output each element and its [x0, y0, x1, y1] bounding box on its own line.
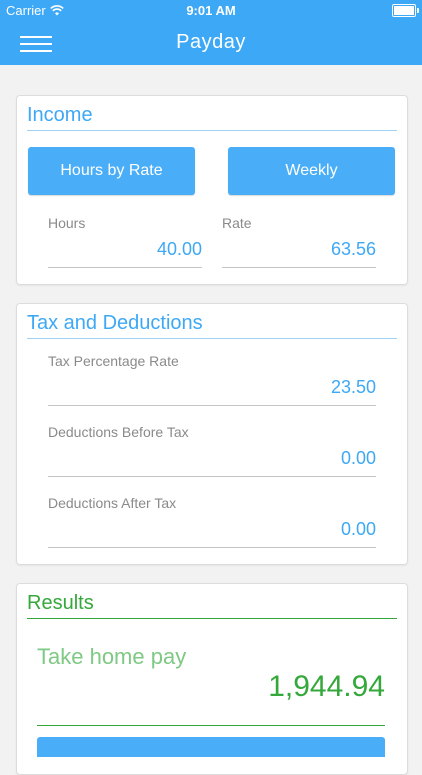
results-section-title: Results [27, 592, 397, 619]
rate-label: Rate [222, 215, 252, 231]
deductions-after-tax-label: Deductions After Tax [48, 495, 177, 511]
tax-rate-underline [48, 405, 376, 406]
hours-underline [48, 267, 202, 268]
tax-deductions-card: Tax and Deductions Tax Percentage Rate 2… [16, 303, 408, 565]
deductions-before-tax-underline [48, 476, 376, 477]
deductions-after-tax-underline [48, 547, 376, 548]
status-time: 9:01 AM [186, 3, 236, 18]
deductions-before-tax-label: Deductions Before Tax [48, 424, 189, 440]
results-action-button[interactable] [37, 737, 385, 757]
page-title: Payday [176, 31, 246, 53]
status-bar: Carrier 9:01 AM [0, 0, 422, 22]
rate-underline [222, 267, 376, 268]
income-card: Income Hours by Rate Weekly Hours 40.00 … [16, 95, 408, 285]
hours-input[interactable]: 40.00 [48, 239, 202, 260]
take-home-underline [37, 725, 385, 726]
hours-by-rate-button[interactable]: Hours by Rate [28, 147, 195, 195]
weekly-button[interactable]: Weekly [228, 147, 395, 195]
nav-bar: Payday [0, 22, 422, 65]
tax-rate-label: Tax Percentage Rate [48, 353, 179, 369]
deductions-after-tax-input[interactable]: 0.00 [48, 519, 376, 540]
results-card: Results Take home pay 1,944.94 [16, 583, 408, 775]
rate-input[interactable]: 63.56 [222, 239, 376, 260]
take-home-pay-label: Take home pay [37, 644, 187, 669]
take-home-pay-value: 1,944.94 [268, 670, 385, 703]
income-section-title: Income [27, 104, 397, 131]
deductions-before-tax-input[interactable]: 0.00 [48, 448, 376, 469]
battery-icon [392, 4, 419, 17]
tax-section-title: Tax and Deductions [27, 312, 397, 339]
hours-label: Hours [48, 215, 86, 231]
tax-rate-input[interactable]: 23.50 [48, 377, 376, 398]
